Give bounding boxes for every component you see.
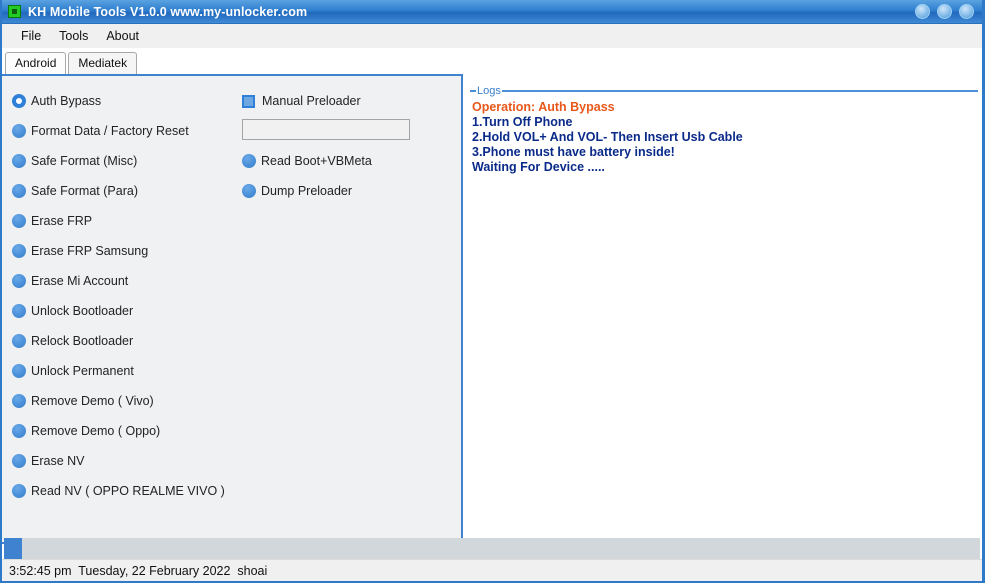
radio-option-remove-demo-oppo[interactable]: Remove Demo ( Oppo) (12, 416, 237, 446)
progress-bar-fill (4, 538, 22, 560)
close-button[interactable] (959, 4, 974, 19)
group-line-right (501, 90, 978, 92)
radio-label: Erase NV (31, 454, 85, 468)
menu-item-tools[interactable]: Tools (50, 27, 97, 45)
log-line: Waiting For Device ..... (472, 160, 605, 174)
window-controls (915, 4, 974, 19)
radio-label: Dump Preloader (261, 184, 353, 198)
radio-indicator (12, 394, 26, 408)
menu-bar: File Tools About (2, 24, 982, 48)
tab-strip: Android Mediatek (2, 48, 982, 74)
preloader-path-input[interactable] (242, 119, 410, 140)
radio-option-unlock-bootloader[interactable]: Unlock Bootloader (12, 296, 237, 326)
logs-title: Logs (477, 85, 501, 97)
title-bar: KH Mobile Tools V1.0.0 www.my-unlocker.c… (2, 0, 982, 24)
tab-mediatek[interactable]: Mediatek (68, 52, 138, 74)
application-window: KH Mobile Tools V1.0.0 www.my-unlocker.c… (0, 0, 985, 583)
radio-indicator (12, 94, 26, 108)
radio-option-safe-format-para[interactable]: Safe Format (Para) (12, 176, 237, 206)
radio-option-auth-bypass[interactable]: Auth Bypass (12, 86, 237, 116)
logs-output[interactable]: Operation: Auth Bypass 1.Turn Off Phone … (472, 100, 976, 538)
radio-indicator (12, 364, 26, 378)
radio-option-remove-demo-vivo[interactable]: Remove Demo ( Vivo) (12, 386, 237, 416)
radio-label: Relock Bootloader (31, 334, 134, 348)
window-title: KH Mobile Tools V1.0.0 www.my-unlocker.c… (28, 4, 308, 19)
checkbox-manual-preloader[interactable]: Manual Preloader (242, 86, 442, 116)
radio-label: Erase FRP Samsung (31, 244, 149, 258)
radio-option-unlock-permanent[interactable]: Unlock Permanent (12, 356, 237, 386)
radio-label: Erase FRP (31, 214, 93, 228)
radio-option-read-boot-vbmeta[interactable]: Read Boot+VBMeta (242, 146, 442, 176)
radio-label: Unlock Bootloader (31, 304, 134, 318)
operations-panel: Auth Bypass Format Data / Factory Reset … (2, 74, 463, 544)
radio-option-erase-frp-samsung[interactable]: Erase FRP Samsung (12, 236, 237, 266)
radio-indicator (12, 244, 26, 258)
status-bar-text: 3:52:45 pm Tuesday, 22 February 2022 sho… (9, 563, 268, 578)
radio-label: Read NV ( OPPO REALME VIVO ) (31, 484, 225, 498)
radio-option-relock-bootloader[interactable]: Relock Bootloader (12, 326, 237, 356)
logs-panel: Logs Operation: Auth Bypass 1.Turn Off P… (465, 74, 982, 544)
radio-label: Safe Format (Para) (31, 184, 138, 198)
radio-indicator (12, 454, 26, 468)
preloader-option-group: Manual Preloader Read Boot+VBMeta Dump P… (242, 86, 442, 206)
radio-option-erase-frp[interactable]: Erase FRP (12, 206, 237, 236)
radio-indicator (242, 154, 256, 168)
radio-indicator (12, 214, 26, 228)
menu-item-file[interactable]: File (12, 27, 50, 45)
radio-label: Read Boot+VBMeta (261, 154, 372, 168)
menu-item-about[interactable]: About (97, 27, 148, 45)
radio-label: Remove Demo ( Vivo) (31, 394, 154, 408)
minimize-button[interactable] (915, 4, 930, 19)
radio-indicator (12, 184, 26, 198)
radio-option-erase-nv[interactable]: Erase NV (12, 446, 237, 476)
radio-indicator (12, 334, 26, 348)
radio-option-read-nv[interactable]: Read NV ( OPPO REALME VIVO ) (12, 476, 237, 506)
main-content: Auth Bypass Format Data / Factory Reset … (2, 74, 982, 581)
logs-group-header: Logs (470, 85, 978, 97)
radio-indicator (242, 184, 256, 198)
radio-label: Erase Mi Account (31, 274, 129, 288)
radio-label: Format Data / Factory Reset (31, 124, 189, 138)
status-bar: 3:52:45 pm Tuesday, 22 February 2022 sho… (2, 559, 982, 581)
log-line: 3.Phone must have battery inside! (472, 145, 675, 159)
radio-option-safe-format-misc[interactable]: Safe Format (Misc) (12, 146, 237, 176)
operation-radio-list: Auth Bypass Format Data / Factory Reset … (12, 86, 237, 506)
radio-label: Safe Format (Misc) (31, 154, 138, 168)
log-line: Operation: Auth Bypass (472, 100, 615, 114)
log-line: 1.Turn Off Phone (472, 115, 573, 129)
radio-indicator (12, 424, 26, 438)
maximize-button[interactable] (937, 4, 952, 19)
radio-indicator (12, 124, 26, 138)
radio-indicator (12, 304, 26, 318)
radio-indicator (12, 154, 26, 168)
app-square-icon (8, 5, 21, 18)
log-line: 2.Hold VOL+ And VOL- Then Insert Usb Cab… (472, 130, 743, 144)
radio-indicator (12, 484, 26, 498)
checkbox-indicator (242, 94, 255, 108)
tab-android[interactable]: Android (5, 52, 67, 74)
checkbox-label: Manual Preloader (262, 94, 361, 108)
radio-label: Remove Demo ( Oppo) (31, 424, 161, 438)
progress-bar (4, 538, 980, 560)
radio-option-erase-mi-account[interactable]: Erase Mi Account (12, 266, 237, 296)
radio-label: Unlock Permanent (31, 364, 134, 378)
radio-option-format-data-factory-reset[interactable]: Format Data / Factory Reset (12, 116, 237, 146)
radio-option-dump-preloader[interactable]: Dump Preloader (242, 176, 442, 206)
radio-label: Auth Bypass (31, 94, 102, 108)
radio-indicator (12, 274, 26, 288)
